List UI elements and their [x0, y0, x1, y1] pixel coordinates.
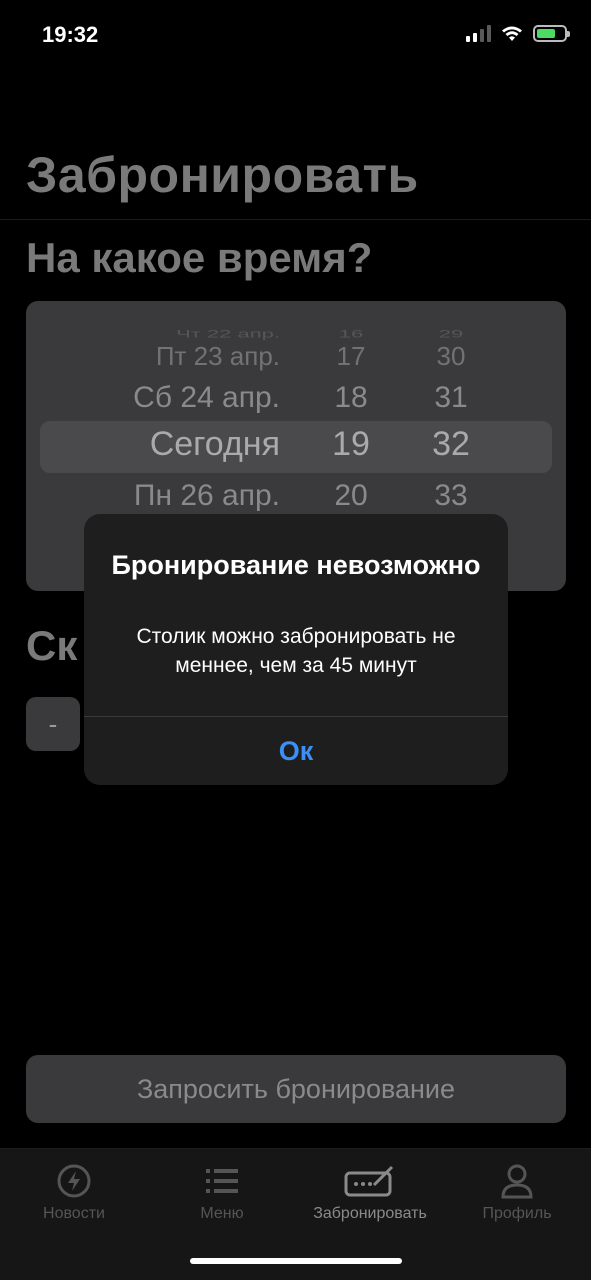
page-title: Забронировать: [26, 147, 419, 203]
booking-error-alert: Бронирование невозможно Столик можно заб…: [84, 514, 508, 785]
alert-ok-button[interactable]: Ок: [84, 717, 508, 785]
alert-message: Столик можно забронировать не меннее, че…: [136, 625, 456, 677]
tab-reserve-label: Забронировать: [313, 1205, 427, 1222]
request-booking-button[interactable]: Запросить бронирование: [26, 1055, 566, 1123]
picker-hour-option[interactable]: 17: [316, 341, 386, 372]
battery-icon: [533, 24, 570, 42]
picker-minute-selected[interactable]: 32: [416, 425, 486, 464]
signal-icon: [466, 24, 491, 42]
picker-date-option[interactable]: Сб 24 апр.: [133, 381, 280, 415]
list-icon: [206, 1169, 238, 1193]
reserve-icon: [344, 1165, 394, 1197]
picker-minute-option[interactable]: 29: [416, 328, 486, 341]
tab-news[interactable]: Новости: [0, 1163, 148, 1223]
status-time: 19:32: [42, 22, 99, 47]
picker-minute-option[interactable]: 33: [416, 479, 486, 513]
picker-minute-option[interactable]: 31: [416, 381, 486, 415]
picker-hour-option[interactable]: 20: [316, 479, 386, 513]
picker-date-selected[interactable]: Сегодня: [150, 425, 280, 464]
picker-date-option[interactable]: Пт 23 апр.: [156, 341, 280, 372]
home-indicator: [190, 1258, 402, 1264]
header-divider: [0, 219, 591, 220]
status-bar: 19:32: [0, 0, 591, 72]
tab-menu-label: Меню: [200, 1205, 244, 1222]
picker-minute-option[interactable]: 30: [416, 341, 486, 372]
booking-screen: 19:32 Забронировать На какое время? Чт 2…: [0, 0, 591, 1280]
tab-profile-label: Профиль: [482, 1205, 552, 1222]
tab-profile[interactable]: Профиль: [443, 1163, 591, 1223]
time-question: На какое время?: [26, 234, 373, 281]
picker-date-option[interactable]: Чт 22 апр.: [176, 328, 280, 341]
wifi-icon: [502, 26, 522, 41]
alert-title: Бронирование невозможно: [111, 550, 481, 580]
guests-section-label: Ск: [26, 622, 78, 669]
tab-news-label: Новости: [43, 1205, 105, 1222]
status-icons: [466, 24, 570, 42]
picker-date-option[interactable]: Пн 26 апр.: [134, 479, 280, 513]
picker-hour-option[interactable]: 16: [316, 328, 386, 341]
picker-hour-option[interactable]: 18: [316, 381, 386, 415]
tab-menu[interactable]: Меню: [148, 1163, 296, 1223]
tab-reserve[interactable]: Забронировать: [296, 1163, 444, 1223]
lightning-icon: [57, 1164, 91, 1198]
person-icon: [501, 1164, 533, 1199]
picker-hour-selected[interactable]: 19: [316, 425, 386, 464]
guests-minus-button[interactable]: -: [26, 697, 80, 751]
